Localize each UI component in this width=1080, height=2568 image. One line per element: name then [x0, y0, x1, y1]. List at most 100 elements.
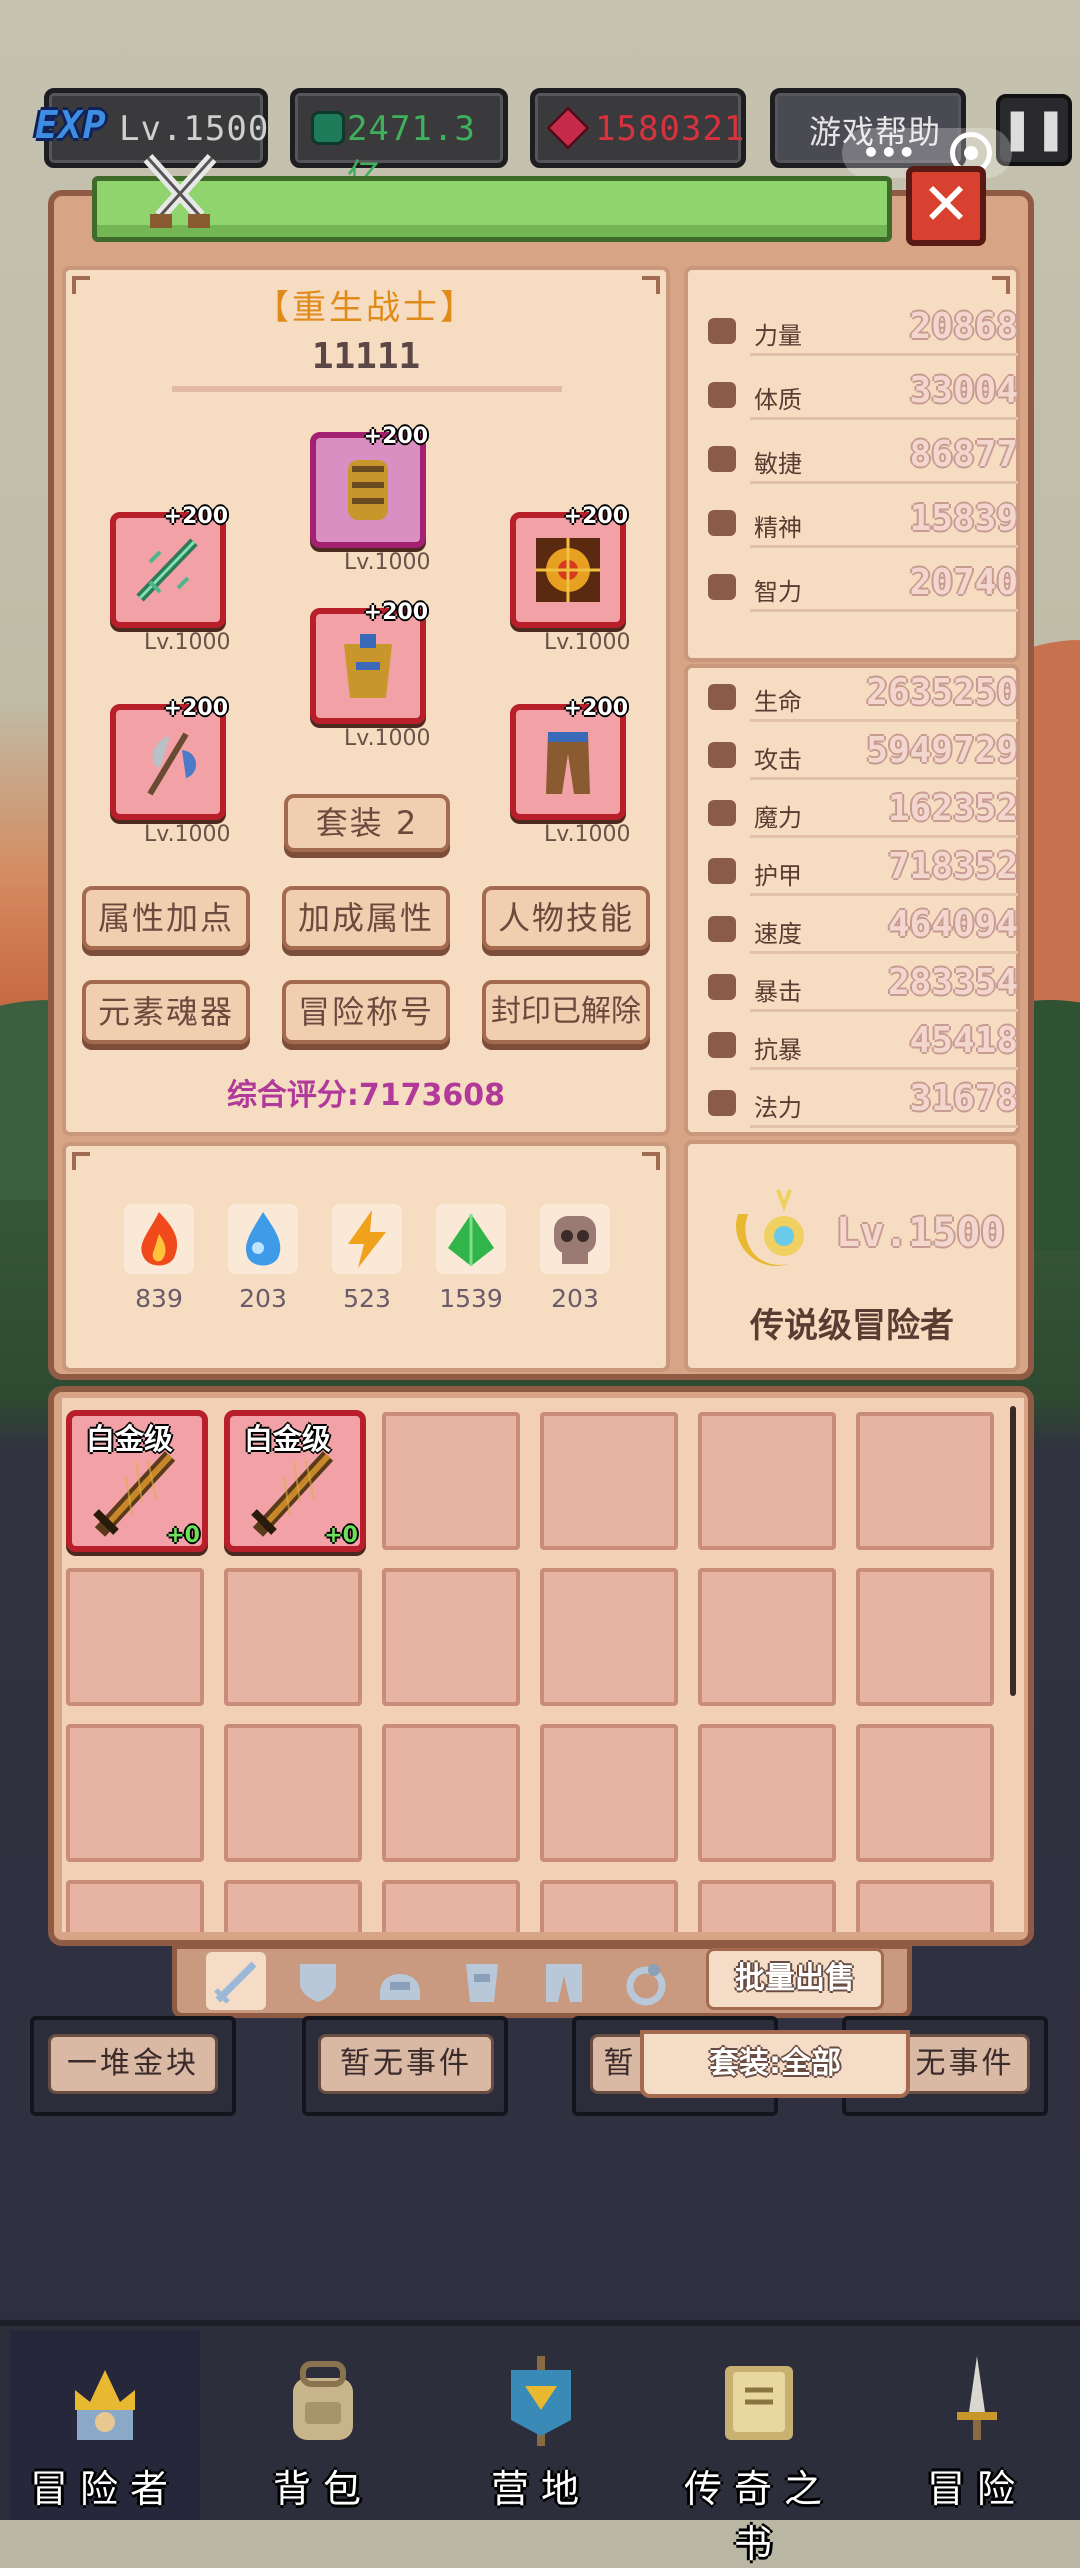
stat-hp: 生命 2635250 — [688, 672, 1018, 722]
character-skills-button[interactable]: 人物技能 — [482, 886, 650, 950]
wand-icon — [708, 800, 736, 826]
inventory-slot[interactable] — [540, 1880, 678, 1932]
inventory-slot[interactable] — [856, 1412, 994, 1550]
stat-value: 20740 — [909, 562, 1018, 603]
element-soul-button[interactable]: 元素魂器 — [82, 980, 250, 1044]
inventory-slot[interactable] — [698, 1412, 836, 1550]
inventory-slot[interactable] — [382, 1412, 520, 1550]
attribute-points-button[interactable]: 属性加点 — [82, 886, 250, 950]
inventory-slot[interactable] — [540, 1412, 678, 1550]
stat-crit-resist: 抗暴 45418 — [688, 1020, 1018, 1070]
nav-camp[interactable]: 营地 — [446, 2330, 636, 2520]
skull-element-icon[interactable] — [540, 1204, 610, 1274]
stat-name: 魔力 — [754, 804, 802, 832]
nav-adventure[interactable]: 冒险 — [882, 2330, 1072, 2520]
equip-level: Lv.1000 — [144, 630, 231, 655]
inventory-slot[interactable] — [856, 1880, 994, 1932]
inventory-slot[interactable] — [382, 1880, 520, 1932]
camp-banner-icon — [491, 2350, 591, 2450]
equip-slot-offhand[interactable]: +200 — [110, 696, 228, 820]
inventory-slot[interactable] — [856, 1724, 994, 1862]
crossed-swords-icon — [140, 150, 220, 236]
helmet-tab-icon[interactable] — [374, 1958, 426, 2006]
event-label[interactable]: 暂无事件 — [318, 2034, 494, 2094]
water-element-icon[interactable] — [228, 1204, 298, 1274]
inventory-slot[interactable] — [698, 1724, 836, 1862]
shield-icon — [708, 858, 736, 884]
combat-stats-list: 生命 2635250 攻击 5949729 魔力 162352 护甲 718352 速度… — [688, 672, 1018, 1132]
bonus-attributes-button[interactable]: 加成属性 — [282, 886, 450, 950]
adventure-sword-icon — [927, 2350, 1027, 2450]
fire-element-icon[interactable] — [124, 1204, 194, 1274]
close-button[interactable]: ✕ — [906, 166, 986, 246]
event-label[interactable]: 一堆金块 — [48, 2034, 218, 2094]
equip-level: Lv.1000 — [144, 822, 231, 847]
inventory-slot[interactable] — [66, 1724, 204, 1862]
more-dots-icon[interactable]: ••• — [862, 136, 916, 169]
inventory-slot[interactable] — [856, 1568, 994, 1706]
shield-tab-icon[interactable] — [292, 1958, 344, 2006]
battle-axe-icon — [130, 724, 206, 800]
inventory-slot[interactable] — [382, 1724, 520, 1862]
set-filter-button[interactable]: 套装:全部 — [640, 2030, 910, 2098]
ring-tab-icon[interactable] — [620, 1958, 672, 2006]
inventory-item-sword[interactable]: 白金级 +0 — [224, 1410, 366, 1552]
equip-level: Lv.1000 — [344, 726, 431, 751]
heart-icon — [708, 684, 736, 710]
inventory-slot[interactable] — [224, 1724, 362, 1862]
inventory-slot[interactable] — [382, 1568, 520, 1706]
inventory-scrollbar[interactable] — [1010, 1406, 1016, 1696]
stat-speed: 速度 464094 — [688, 904, 1018, 954]
crit-resist-icon — [708, 1032, 736, 1058]
legend-book-icon — [709, 2350, 809, 2450]
pants-tab-icon[interactable] — [538, 1958, 590, 2006]
adventure-title-button[interactable]: 冒险称号 — [282, 980, 450, 1044]
jade-sword-icon — [130, 532, 206, 608]
overall-score: 综合评分:7173608 — [226, 1078, 506, 1113]
item-tier-label: 白金级 — [86, 1422, 174, 1456]
inventory-slot[interactable] — [224, 1568, 362, 1706]
stat-value: 20868 — [909, 306, 1018, 347]
equip-slot-accessory[interactable]: +200 — [510, 504, 628, 628]
inventory-item-sword[interactable]: 白金级 +0 — [66, 1410, 208, 1552]
wind-element-icon[interactable] — [436, 1204, 506, 1274]
sword-icon — [708, 742, 736, 768]
equip-plus-label: +200 — [563, 696, 628, 721]
brain-icon — [708, 574, 736, 600]
equip-slot-legs[interactable]: +200 — [510, 696, 628, 820]
armor-tab-icon[interactable] — [456, 1958, 508, 2006]
golden-armor-icon — [330, 628, 406, 704]
stat-name: 精神 — [754, 514, 802, 542]
stat-armor: 护甲 718352 — [688, 846, 1018, 896]
inventory-slot[interactable] — [540, 1568, 678, 1706]
bulk-sell-button[interactable]: 批量出售 — [706, 1948, 884, 2010]
nav-adventurer[interactable]: 冒险者 — [10, 2330, 200, 2520]
inventory-slot[interactable] — [698, 1880, 836, 1932]
set-bonus-button[interactable]: 套装 2 — [284, 794, 450, 852]
equip-slot-armor[interactable]: +200 — [310, 600, 428, 724]
sword-tab-icon[interactable] — [206, 1952, 266, 2010]
inventory-slot[interactable] — [540, 1724, 678, 1862]
nav-backpack[interactable]: 背包 — [228, 2330, 418, 2520]
equip-slot-helmet[interactable]: +200 — [310, 424, 428, 548]
inventory-slot[interactable] — [698, 1568, 836, 1706]
rank-level: Lv.1500 — [836, 1210, 1005, 1256]
seal-released-button[interactable]: 封印已解除 — [482, 980, 650, 1044]
fire-element-value: 839 — [135, 1284, 183, 1313]
inventory-slot[interactable] — [66, 1880, 204, 1932]
equip-plus-label: +200 — [363, 424, 428, 449]
item-plus-label: +0 — [166, 1523, 200, 1548]
rank-title: 传说级冒险者 — [750, 1306, 954, 1346]
lightning-element-icon[interactable] — [332, 1204, 402, 1274]
inventory-slot[interactable] — [66, 1568, 204, 1706]
base-stats-list: 力量 20868 体质 33004 敏捷 86877 精神 15839 智力 20740 — [688, 306, 1018, 646]
stat-value: 15839 — [909, 498, 1018, 539]
event-label[interactable]: 无事件 — [900, 2034, 1030, 2094]
close-icon: ✕ — [921, 170, 971, 238]
equip-slot-weapon[interactable]: +200 — [110, 504, 228, 628]
inventory-slot[interactable] — [224, 1880, 362, 1932]
adventurer-icon — [55, 2350, 155, 2450]
stat-value: 283354 — [887, 962, 1018, 1003]
stat-constitution: 体质 33004 — [688, 370, 1018, 420]
nav-legend-book[interactable]: 传奇之书 — [664, 2330, 854, 2566]
